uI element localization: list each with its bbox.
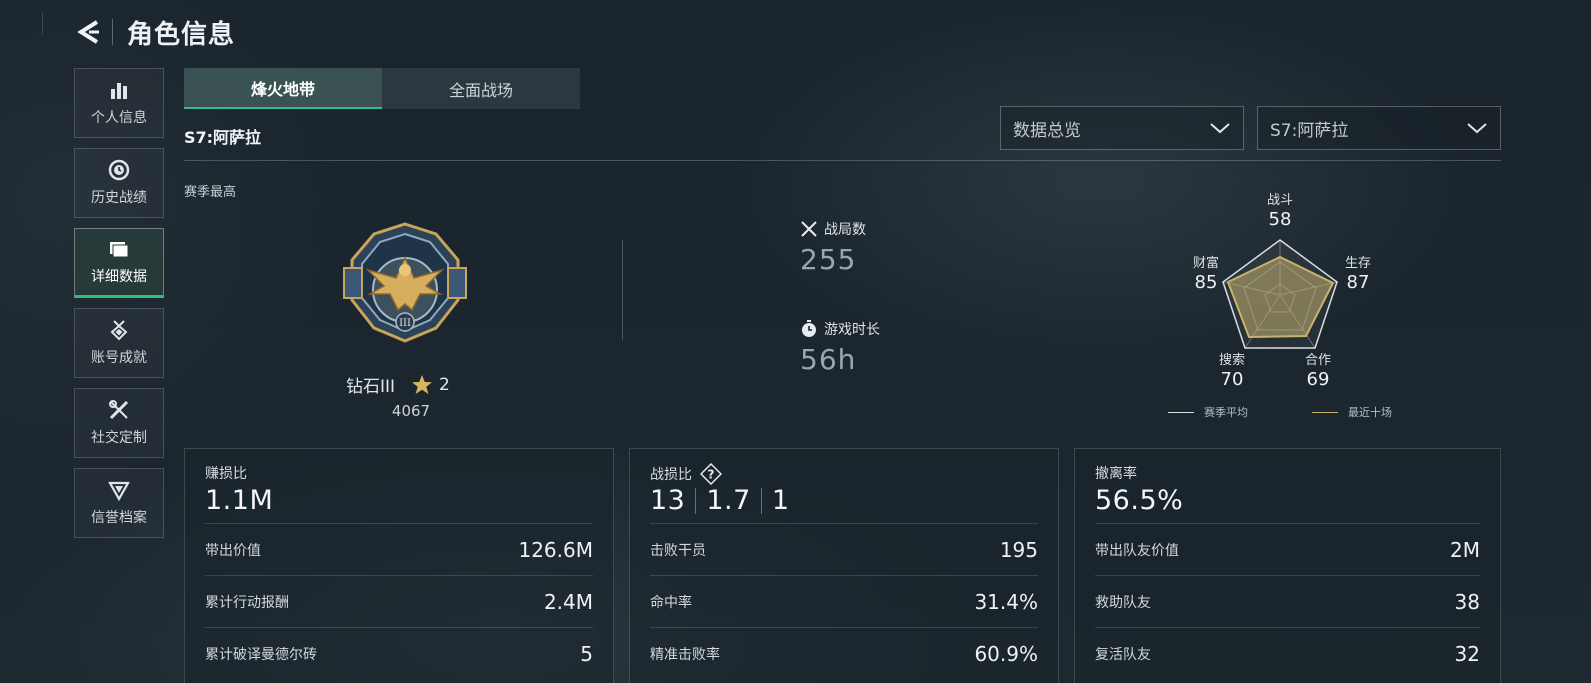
top-divider (42, 12, 43, 34)
matches-value: 255 (800, 243, 857, 276)
tab-full-battlefield[interactable]: 全面战场 (382, 68, 580, 109)
sidebar-item-label: 社交定制 (91, 430, 147, 446)
rank-name: 钻石III (346, 377, 396, 397)
kd-label: 战损比 (650, 467, 692, 483)
page-title: 角色信息 (127, 19, 236, 50)
sidebar-item-label: 历史战绩 (91, 190, 147, 206)
stat-row: 复活队友 32 (1095, 627, 1480, 679)
sidebar-item-label: 信誉档案 (91, 510, 147, 526)
extract-value: 56.5% (1095, 485, 1184, 516)
kd-label-row: 战损比 ? (650, 463, 722, 485)
view-select[interactable]: 数据总览 (1000, 106, 1244, 150)
playtime-stat: 游戏时长 56h (800, 319, 880, 376)
matches-label: 战局数 (824, 222, 866, 238)
stat-row: 命中率 31.4% (650, 575, 1038, 627)
kd-deaths: 1 (771, 485, 790, 516)
tools-icon (108, 399, 130, 421)
rank-stars: 2 (439, 374, 450, 395)
radar-label-combat: 战斗 58 (1266, 193, 1293, 230)
profit-card: 赚损比 1.1M 带出价值 126.6M 累计行动报酬 2.4M 累计破译曼德尔… (184, 448, 614, 683)
rank-points: 4067 (391, 402, 431, 420)
diamond-rank-emblem-icon: III (343, 222, 467, 343)
kd-card: 战损比 ? 13 1.7 1 击败干员 195 命中率 31.4% 精准击败率 … (629, 448, 1059, 683)
legend-line-gold (1312, 411, 1338, 413)
playtime-label: 游戏时长 (824, 322, 880, 338)
stat-row: 精准击败率 60.9% (650, 627, 1038, 679)
kd-values: 13 1.7 1 (650, 485, 790, 516)
radar-label-search: 搜索 70 (1218, 353, 1245, 390)
season-title: S7:阿萨拉 (184, 128, 262, 147)
legend-recent-ten: 最近十场 (1312, 404, 1392, 420)
stat-row: 救助队友 38 (1095, 575, 1480, 627)
view-select-value: 数据总览 (1013, 120, 1081, 141)
playtime-value: 56h (800, 343, 857, 376)
legend-line-white (1168, 411, 1194, 413)
radar-label-cooperation: 合作 69 (1304, 353, 1331, 390)
sidebar-item-label: 个人信息 (91, 110, 147, 126)
folder-icon (108, 238, 130, 260)
mode-tabs: 烽火地带 全面战场 (184, 68, 580, 109)
matches-stat: 战局数 255 (800, 219, 866, 276)
star-icon (412, 374, 433, 394)
stat-row: 带出价值 126.6M (205, 523, 593, 575)
radar-chart: 战斗 58 生存 87 合作 69 搜索 70 财富 85 (1180, 185, 1390, 400)
radar-label-survival: 生存 87 (1344, 256, 1371, 293)
rank-info: 钻石III 2 (346, 372, 450, 397)
kd-ratio: 1.7 (706, 485, 751, 516)
crossed-swords-icon (800, 220, 818, 238)
profit-value: 1.1M (205, 485, 274, 516)
radar-label-wealth: 财富 85 (1192, 256, 1219, 293)
stat-row: 击败干员 195 (650, 523, 1038, 575)
sidebar-item-label: 账号成就 (91, 350, 147, 366)
back-arrow-icon (77, 20, 99, 44)
kd-kills: 13 (650, 485, 686, 516)
sidebar-item-achievements[interactable]: 账号成就 (74, 308, 164, 378)
profit-label: 赚损比 (205, 466, 247, 482)
sidebar-item-reputation[interactable]: 信誉档案 (74, 468, 164, 538)
medal-icon (108, 319, 130, 341)
extract-label: 撤离率 (1095, 466, 1137, 482)
chevron-down-icon (1210, 123, 1230, 134)
shield-icon (108, 479, 130, 501)
history-clock-icon (108, 159, 130, 181)
sidebar-item-history[interactable]: 历史战绩 (74, 148, 164, 218)
sidebar: 个人信息 历史战绩 详细数据 账号成就 社交定制 信誉档案 (74, 68, 164, 548)
stopwatch-icon (800, 320, 818, 338)
svg-text:III: III (399, 318, 411, 329)
stat-row: 累计行动报酬 2.4M (205, 575, 593, 627)
tab-warzone[interactable]: 烽火地带 (184, 68, 382, 109)
season-best-label: 赛季最高 (184, 185, 237, 200)
stat-row: 累计破译曼德尔砖 5 (205, 627, 593, 679)
sidebar-item-detailed-data[interactable]: 详细数据 (74, 228, 164, 298)
sidebar-item-personal-info[interactable]: 个人信息 (74, 68, 164, 138)
section-divider (184, 160, 1501, 161)
svg-text:?: ? (708, 468, 715, 482)
help-icon[interactable]: ? (700, 463, 722, 485)
stat-row: 带出队友价值 2M (1095, 523, 1480, 575)
extract-card: 撤离率 56.5% 带出队友价值 2M 救助队友 38 复活队友 32 (1074, 448, 1501, 683)
chevron-down-icon (1467, 123, 1487, 134)
season-select[interactable]: S7:阿萨拉 (1257, 106, 1501, 150)
rank-badge: III (340, 220, 470, 345)
header-divider (112, 19, 113, 45)
sidebar-item-label: 详细数据 (91, 269, 147, 285)
vertical-divider (622, 240, 623, 340)
back-button[interactable] (74, 17, 104, 47)
legend-season-avg: 赛季平均 (1168, 404, 1248, 420)
sidebar-item-social[interactable]: 社交定制 (74, 388, 164, 458)
page-header: 角色信息 (74, 14, 235, 50)
bar-chart-icon (108, 79, 130, 101)
season-select-value: S7:阿萨拉 (1270, 120, 1349, 141)
